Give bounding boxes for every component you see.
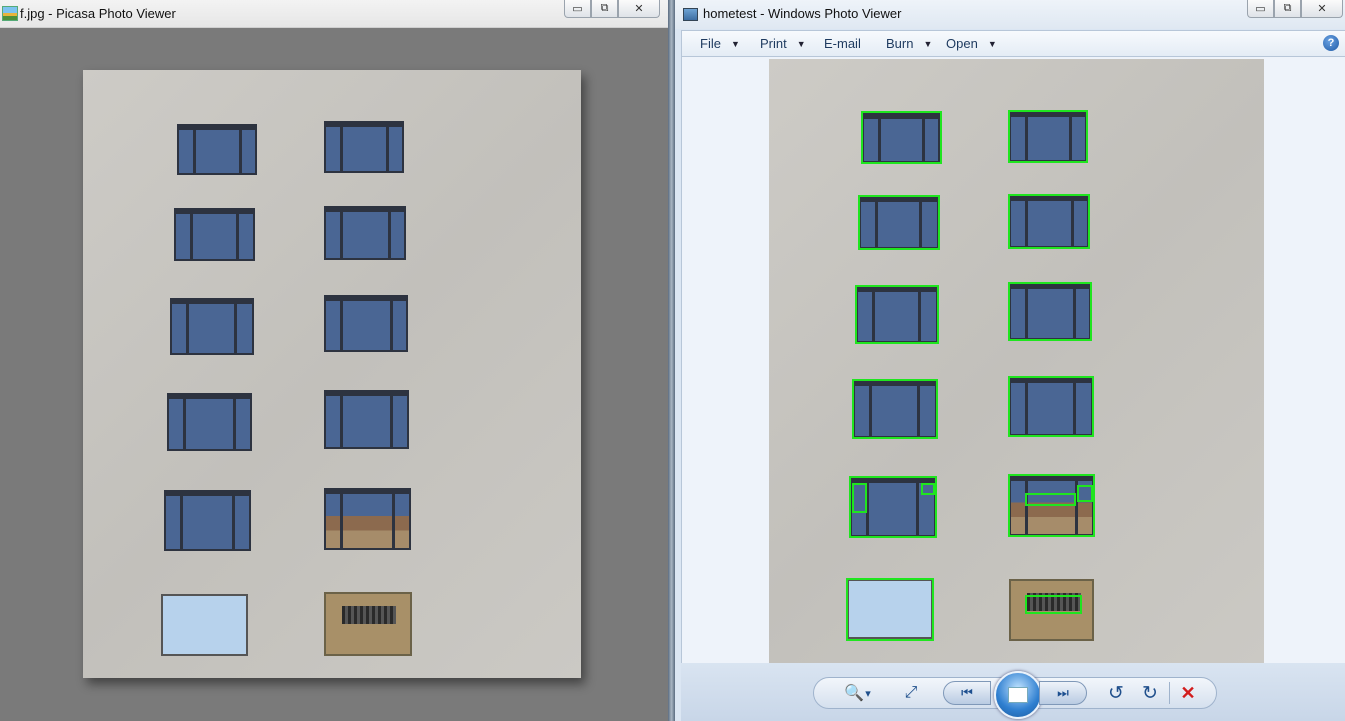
window-divider (668, 0, 675, 721)
menu-open[interactable]: Open ▼ (946, 36, 997, 51)
menu-burn-label: Burn (886, 36, 914, 51)
detection-box (1008, 282, 1092, 341)
detection-box (1025, 595, 1082, 614)
photo-viewer-canvas (681, 57, 1345, 663)
detection-box (846, 578, 934, 641)
slideshow-screen (1008, 687, 1028, 703)
detection-box (852, 379, 938, 439)
photo-window (161, 594, 248, 656)
photo-window (324, 390, 409, 449)
picasa-close-button[interactable]: ✕ (618, 0, 660, 18)
toolbar-separator (1169, 682, 1170, 704)
menu-email[interactable]: E-mail (824, 36, 861, 51)
picasa-minimize-button[interactable]: ▭ (564, 0, 591, 18)
rotate-cw-icon[interactable]: ↻ (1139, 682, 1161, 704)
photo-viewer-maximize-button[interactable]: ⧉ (1274, 0, 1301, 18)
photo-window (324, 206, 406, 260)
chevron-down-icon: ▼ (923, 38, 933, 49)
previous-icon[interactable]: ⏮ (943, 681, 991, 705)
slideshow-icon[interactable] (994, 671, 1042, 719)
photo-window (324, 592, 412, 656)
photo-window (167, 393, 252, 451)
detection-box (858, 195, 940, 250)
fit-to-window-icon[interactable]: ⤢ (901, 683, 921, 703)
photo-viewer-caption-buttons: ▭ ⧉ ✕ (1247, 0, 1343, 18)
menu-print-label: Print (760, 36, 787, 51)
photo-window (174, 208, 255, 261)
photo-window (164, 490, 251, 551)
photo-window (177, 124, 257, 175)
menu-email-label: E-mail (824, 36, 861, 51)
picasa-maximize-button[interactable]: ⧉ (591, 0, 618, 18)
menu-open-label: Open (946, 36, 978, 51)
detection-box (1077, 485, 1093, 502)
detection-box (921, 483, 935, 495)
photo-viewer-minimize-button[interactable]: ▭ (1247, 0, 1274, 18)
photo-viewer-menubar: File ▼ Print ▼ E-mail Burn ▼ Open ▼ ? (681, 30, 1345, 57)
windows-photo-viewer-window: hometest - Windows Photo Viewer ▭ ⧉ ✕ Fi… (675, 0, 1345, 721)
photo-viewer-titlebar[interactable]: hometest - Windows Photo Viewer ▭ ⧉ ✕ (675, 0, 1345, 29)
detection-box (1008, 194, 1090, 249)
menu-file-label: File (700, 36, 721, 51)
photo-window (170, 298, 254, 355)
photo-viewer-window-title: hometest - Windows Photo Viewer (703, 6, 902, 21)
photo-window (324, 295, 408, 352)
building-photo (83, 70, 581, 678)
detection-box (1008, 110, 1088, 163)
photo-window (324, 121, 404, 173)
help-icon[interactable]: ? (1323, 35, 1339, 51)
detection-box (1025, 493, 1076, 506)
chevron-down-icon: ▼ (730, 38, 740, 49)
picasa-photo-viewer-window: f.jpg - Picasa Photo Viewer ▭ ⧉ ✕ (0, 0, 668, 721)
zoom-icon[interactable]: 🔍 (844, 683, 864, 703)
building-photo-detected (769, 59, 1264, 663)
detection-box (1008, 376, 1094, 437)
photo-viewer-close-button[interactable]: ✕ (1301, 0, 1343, 18)
delete-icon[interactable]: ✕ (1177, 682, 1199, 704)
next-icon[interactable]: ⏭ (1039, 681, 1087, 705)
detection-box (852, 483, 867, 513)
chevron-down-icon: ▼ (796, 38, 806, 49)
zoom-dropdown-icon[interactable]: ▾ (863, 683, 873, 703)
picasa-titlebar[interactable]: f.jpg - Picasa Photo Viewer ▭ ⧉ ✕ (0, 0, 668, 28)
menu-file[interactable]: File ▼ (700, 36, 740, 51)
menu-print[interactable]: Print ▼ (760, 36, 806, 51)
detection-box (855, 285, 939, 344)
detection-box (861, 111, 942, 164)
chevron-down-icon: ▼ (987, 38, 997, 49)
photo-viewer-toolbar: 🔍 ▾ ⤢ ⏮ ⏭ ↺ ↻ ✕ (681, 663, 1345, 721)
photo-window (324, 488, 411, 550)
photo-viewer-app-icon (683, 8, 698, 21)
rotate-ccw-icon[interactable]: ↺ (1105, 682, 1127, 704)
picasa-window-title: f.jpg - Picasa Photo Viewer (20, 6, 176, 21)
menu-burn[interactable]: Burn ▼ (886, 36, 932, 51)
picasa-app-icon (2, 6, 18, 21)
picasa-caption-buttons: ▭ ⧉ ✕ (564, 0, 660, 18)
